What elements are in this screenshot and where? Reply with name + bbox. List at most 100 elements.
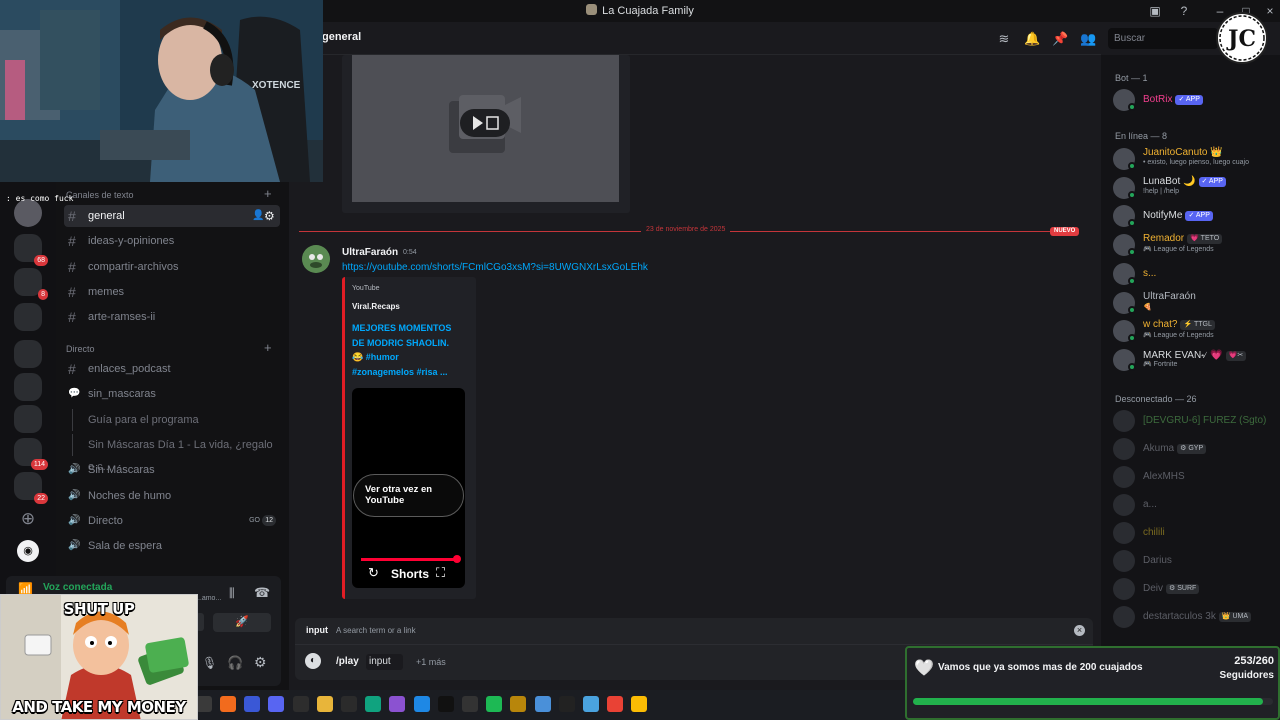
member-item[interactable]: MARK EVAN৵ 💗 💗✂ 🎮 Fortnite: [1111, 346, 1276, 374]
activity-button[interactable]: 🚀: [213, 613, 271, 632]
embed-provider[interactable]: YouTube: [352, 285, 380, 292]
more-options[interactable]: +1 más: [416, 657, 446, 667]
member-item[interactable]: [DEVGRU-6] FUREZ (Sgto): [1111, 407, 1276, 435]
capcut-icon[interactable]: [437, 696, 454, 712]
member-item[interactable]: destartaculos 3k 👑 UMA: [1111, 603, 1276, 631]
inbox-icon[interactable]: ▣: [1147, 3, 1163, 19]
server-icon[interactable]: [14, 340, 42, 368]
message-link[interactable]: https://youtube.com/shorts/FCmlCGo3xsM?s…: [342, 262, 648, 273]
pen-icon[interactable]: [534, 696, 551, 712]
unity-icon[interactable]: [462, 696, 478, 712]
headphones-icon[interactable]: 🎧: [227, 655, 243, 671]
category-text-channels[interactable]: Canales de texto: [66, 190, 134, 200]
embed-author[interactable]: Viral.Recaps: [352, 302, 400, 311]
visual-studio-icon[interactable]: [389, 696, 406, 712]
server-icon[interactable]: [14, 373, 42, 401]
vivaldi-icon[interactable]: [244, 696, 261, 712]
video-play-icon[interactable]: [449, 93, 521, 153]
threads-icon[interactable]: ≋: [996, 31, 1012, 47]
disconnect-icon[interactable]: ☎: [254, 585, 270, 601]
add-channel-icon[interactable]: +: [264, 186, 272, 201]
server-icon[interactable]: [14, 199, 42, 227]
channel-item-sin-m-scaras[interactable]: 🔊 Sin Máscaras: [64, 459, 280, 481]
member-item[interactable]: chilili: [1111, 519, 1276, 547]
member-item[interactable]: BotRix ✓ APP: [1111, 86, 1276, 114]
replay-icon[interactable]: ↻: [368, 565, 379, 581]
vscode-icon[interactable]: [413, 696, 430, 712]
notifications-bell-icon[interactable]: 🔔: [1024, 31, 1040, 47]
member-item[interactable]: w chat? ⚡ TTGL 🎮 League of Legends: [1111, 317, 1276, 345]
replay-button[interactable]: Ver otra vez en YouTube: [353, 474, 464, 517]
progress-handle[interactable]: [453, 555, 461, 563]
help-icon[interactable]: ?: [1176, 3, 1192, 19]
server-icon[interactable]: 114: [14, 438, 48, 470]
channel-item-compartir-archivos[interactable]: # compartir-archivos: [64, 256, 280, 278]
member-item[interactable]: NotifyMe ✓ APP: [1111, 202, 1276, 230]
channel-item-directo[interactable]: 🔊 Directo GO 12: [64, 510, 280, 532]
member-item[interactable]: a...: [1111, 491, 1276, 519]
chatgpt-icon[interactable]: [365, 696, 382, 712]
channel-item-general[interactable]: # general: [64, 205, 280, 227]
app-badge: ✓ APP: [1198, 176, 1226, 187]
chrome-icon[interactable]: [607, 696, 624, 712]
server-icon[interactable]: 8: [14, 268, 48, 300]
channel-item-sin-mascaras[interactable]: 💬 sin_mascaras: [64, 383, 280, 405]
server-icon[interactable]: [14, 303, 42, 331]
fullscreen-icon[interactable]: ⛶: [436, 565, 445, 581]
slash-command[interactable]: /play: [336, 656, 359, 667]
category-direct[interactable]: Directo: [66, 344, 95, 354]
discord-icon[interactable]: [268, 696, 285, 712]
microphone-icon[interactable]: 🎙: [202, 656, 217, 670]
channel-item-sala-de-espera[interactable]: 🔊 Sala de espera: [64, 535, 280, 557]
member-item[interactable]: s...: [1111, 260, 1276, 288]
member-status: 🎮 League of Legends: [1143, 246, 1214, 254]
spotify-icon[interactable]: [486, 696, 503, 712]
terminal-icon[interactable]: [558, 696, 575, 712]
message-author[interactable]: UltraFaraón: [342, 247, 398, 258]
channel-item-arte-ramses-ii[interactable]: # arte-ramses-ii: [64, 306, 280, 328]
option-chip[interactable]: input: [366, 654, 403, 670]
obs-icon[interactable]: [341, 696, 357, 712]
notepad-icon[interactable]: [583, 696, 599, 712]
member-name: [DEVGRU-6] FUREZ (Sgto): [1143, 415, 1266, 426]
settings-gear-icon[interactable]: ⚙: [264, 209, 275, 223]
channel-item-noches-de-humo[interactable]: 🔊 Noches de humo: [64, 485, 280, 507]
discover-icon[interactable]: ◉: [17, 540, 39, 562]
member-item[interactable]: Remador 💗 TETO 🎮 League of Legends: [1111, 231, 1276, 259]
server-icon[interactable]: 68: [14, 234, 48, 266]
lol-icon[interactable]: [510, 696, 527, 712]
member-item[interactable]: Deiv ⚙ SURF: [1111, 575, 1276, 603]
member-item[interactable]: AlexMHS: [1111, 463, 1276, 491]
avatar[interactable]: [302, 245, 330, 273]
chrome-alt-icon[interactable]: [631, 696, 648, 712]
server-icon[interactable]: 22: [14, 472, 48, 504]
server-icon[interactable]: [14, 405, 42, 433]
pin-icon[interactable]: 📌: [1052, 31, 1068, 47]
channel-item-enlaces-podcast[interactable]: # enlaces_podcast: [64, 358, 280, 380]
member-item[interactable]: JuanitoCanuto 👑 • existo, luego pienso, l…: [1111, 145, 1276, 173]
add-server-icon[interactable]: ⊕: [17, 509, 39, 528]
member-list-icon[interactable]: 👥: [1080, 31, 1096, 47]
brave-icon[interactable]: [220, 696, 236, 712]
folder-icon[interactable]: [316, 696, 333, 712]
invite-icon[interactable]: 👤: [252, 210, 264, 221]
channel-item-gu-a-para-el-programa[interactable]: Guía para el programa: [64, 408, 280, 431]
member-item[interactable]: Akuma ⚙ GYP: [1111, 435, 1276, 463]
xbox-icon[interactable]: [292, 696, 309, 712]
member-item[interactable]: UltraFaraón 🍕: [1111, 289, 1276, 317]
search-input[interactable]: Buscar: [1108, 28, 1218, 49]
member-name: Darius: [1143, 555, 1172, 566]
user-settings-icon[interactable]: ⚙: [254, 654, 267, 671]
member-name-text: JuanitoCanuto 👑: [1143, 147, 1223, 158]
member-item[interactable]: LunaBot 🌙 ✓ APP !help | /help: [1111, 174, 1276, 202]
close-icon[interactable]: ×: [1074, 625, 1085, 636]
noise-suppression-icon[interactable]: ⫼: [229, 586, 235, 601]
channel-item-memes[interactable]: # memes: [64, 281, 280, 303]
add-channel-icon[interactable]: +: [264, 340, 272, 355]
channel-item-sin-m-scaras-d-a-1-la-vida-regalo-o-c[interactable]: Sin Máscaras Día 1 - La vida, ¿regalo o …: [64, 433, 280, 473]
taskbar-app-icon[interactable]: [196, 696, 212, 712]
member-item[interactable]: Darius: [1111, 547, 1276, 575]
voice-status[interactable]: Voz conectada: [43, 582, 112, 593]
channel-item-ideas-y-opiniones[interactable]: # ideas-y-opiniones: [64, 230, 280, 252]
embed-title[interactable]: MEJORES MOMENTOS DE MODRIC SHAOLIN. 😂 #h…: [352, 321, 451, 379]
